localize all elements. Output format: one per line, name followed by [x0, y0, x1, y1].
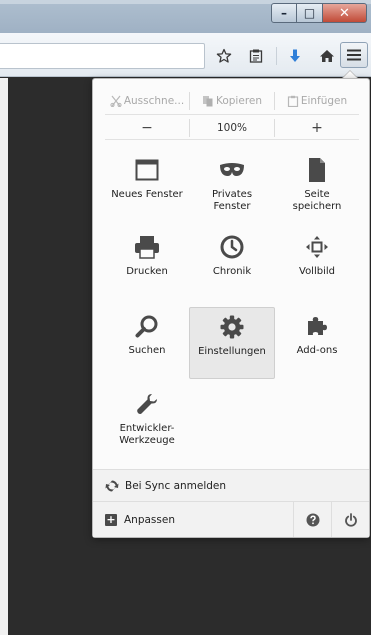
paste-label: Einfügen [300, 94, 348, 107]
toolbar-separator [276, 47, 277, 65]
page-left-strip [0, 78, 8, 635]
page-icon [304, 157, 330, 183]
maximize-icon: □ [303, 6, 316, 20]
navigation-toolbar [0, 33, 371, 77]
developer-tools-button[interactable]: Entwickler- Werkzeuge [104, 385, 190, 457]
gear-icon [219, 314, 245, 340]
magnifier-icon [134, 313, 160, 339]
private-window-button[interactable]: Privates Fenster [189, 151, 275, 223]
customize-button[interactable]: Anpassen [124, 514, 175, 526]
help-icon [306, 513, 319, 526]
minimize-icon: – [281, 6, 287, 20]
star-bookmark-icon[interactable] [212, 43, 236, 69]
history-label: Chronik [212, 266, 252, 277]
window-titlebar: – □ ✕ [0, 0, 371, 33]
quit-button[interactable] [331, 502, 369, 537]
print-button[interactable]: Drucken [104, 228, 190, 300]
zoom-controls-row: − 100% + [105, 116, 359, 140]
copy-label: Kopieren [215, 94, 263, 107]
printer-icon [134, 234, 160, 260]
toolbar-icons [212, 43, 347, 69]
cut-label: Ausschne... [123, 94, 185, 107]
menu-button[interactable] [340, 42, 368, 68]
sync-signin-button[interactable]: Bei Sync anmelden [93, 469, 369, 501]
help-button[interactable] [293, 502, 331, 537]
hamburger-menu-icon [347, 49, 361, 61]
download-arrow-icon[interactable] [283, 43, 307, 69]
cut-button[interactable]: Ausschne... [105, 91, 189, 111]
scissors-icon [110, 95, 122, 107]
addons-label: Add-ons [296, 345, 338, 356]
fullscreen-button[interactable]: Vollbild [274, 228, 360, 300]
addons-button[interactable]: Add-ons [274, 307, 360, 379]
footer-actions [293, 502, 369, 537]
reading-list-icon[interactable] [244, 43, 268, 69]
paste-button[interactable]: Einfügen [275, 91, 359, 111]
paste-icon [287, 95, 298, 107]
zoom-reset-button[interactable]: 100% [190, 119, 274, 137]
url-bar[interactable] [0, 43, 205, 69]
puzzle-icon [304, 313, 330, 339]
fullscreen-label: Vollbild [299, 266, 335, 277]
print-label: Drucken [126, 266, 168, 277]
sync-label: Bei Sync anmelden [125, 479, 227, 492]
zoom-in-button[interactable]: + [275, 119, 359, 137]
wrench-icon [134, 391, 160, 417]
copy-button[interactable]: Kopieren [190, 91, 274, 111]
close-icon: ✕ [339, 5, 350, 21]
developer-tools-label: Entwickler- Werkzeuge [119, 423, 175, 446]
options-button[interactable]: Einstellungen [189, 307, 275, 379]
new-window-label: Neues Fenster [111, 189, 183, 200]
window-controls: – □ ✕ [271, 3, 367, 25]
home-icon[interactable] [315, 43, 339, 69]
zoom-out-button[interactable]: − [105, 119, 189, 137]
edit-controls-row: Ausschne... Kopieren Einfügen [105, 87, 359, 115]
save-page-label: Seite speichern [292, 189, 342, 212]
main-menu-panel: Ausschne... Kopieren Einfügen − 100% + N… [92, 78, 370, 538]
minimize-button[interactable]: – [271, 3, 297, 23]
private-window-label: Privates Fenster [211, 189, 253, 212]
fullscreen-icon [304, 234, 330, 260]
history-button[interactable]: Chronik [189, 228, 275, 300]
window-icon [134, 157, 160, 183]
maximize-button[interactable]: □ [297, 3, 323, 23]
clock-icon [219, 234, 245, 260]
save-page-button[interactable]: Seite speichern [274, 151, 360, 223]
power-icon [344, 512, 357, 527]
new-window-button[interactable]: Neues Fenster [104, 151, 190, 223]
copy-icon [202, 95, 213, 106]
customize-plus-icon: + [105, 512, 117, 526]
options-label: Einstellungen [198, 346, 266, 357]
search-button[interactable]: Suchen [104, 307, 190, 379]
sync-icon [105, 480, 119, 491]
search-label: Suchen [128, 345, 166, 356]
customize-footer: + Anpassen [93, 501, 369, 537]
mask-icon [219, 157, 245, 183]
close-button[interactable]: ✕ [323, 3, 367, 23]
